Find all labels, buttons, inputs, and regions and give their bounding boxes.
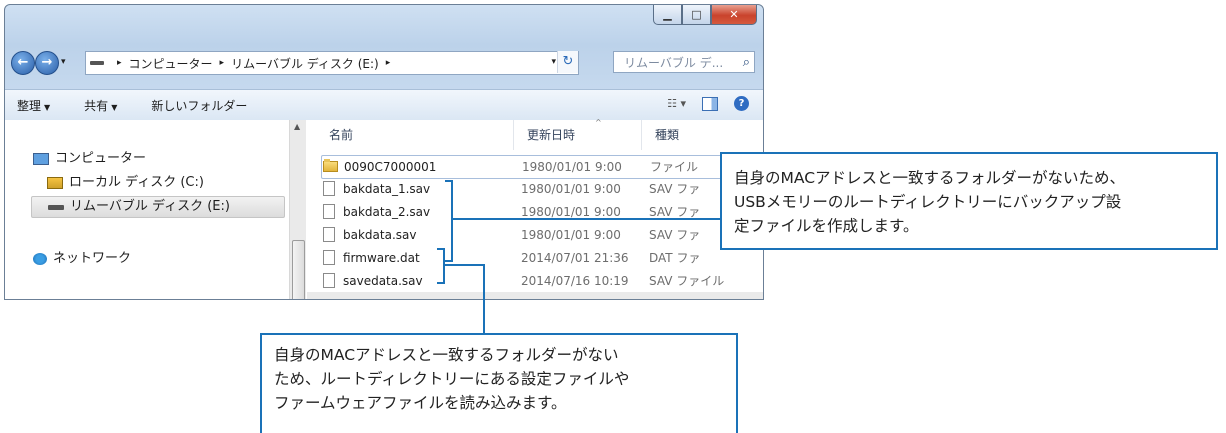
window-body: コンピューター ローカル ディスク (C:) リムーバブル ディスク (E:) …	[5, 118, 763, 299]
table-row[interactable]: firmware.dat 2014/07/01 21:36 DAT ファ	[321, 247, 761, 269]
file-name: savedata.sav	[343, 274, 423, 288]
address-bar[interactable]: ▸ コンピューター ▸ リムーバブル ディスク (E:) ▸ ▾ ↻	[85, 51, 579, 75]
file-type: SAV ファ	[649, 228, 701, 242]
file-icon	[323, 204, 335, 219]
share-menu[interactable]: 共有 ▼	[84, 97, 117, 114]
navigation-row: ← → ▾ ▸ コンピューター ▸ リムーバブル ディスク (E:) ▸ ▾ ↻…	[11, 49, 757, 77]
nav-item-computer[interactable]: コンピューター	[33, 148, 146, 170]
back-arrow-icon[interactable]: ←	[11, 51, 35, 75]
caption-buttons: ▁ □ ✕	[653, 5, 757, 25]
history-dropdown-icon[interactable]: ▾	[61, 57, 66, 67]
nav-item-label: ネットワーク	[53, 251, 132, 266]
file-icon	[323, 273, 335, 288]
connector-line	[451, 218, 720, 220]
file-name: 0090C7000001	[344, 160, 437, 174]
nav-scrollbar[interactable]: ▲	[289, 120, 306, 299]
file-type: DAT ファ	[649, 251, 701, 265]
share-label: 共有	[84, 98, 109, 113]
callout-load: 自身のMACアドレスと一致するフォルダーがない ため、ルートディレクトリーにある…	[260, 333, 738, 433]
forward-arrow-icon[interactable]: →	[35, 51, 59, 75]
new-folder-button[interactable]: 新しいフォルダー	[151, 97, 247, 114]
breadcrumb-computer[interactable]: コンピューター	[129, 55, 213, 72]
column-separator	[641, 120, 642, 150]
nav-item-local-disk[interactable]: ローカル ディスク (C:)	[47, 172, 204, 194]
breadcrumb-separator-icon: ▸	[219, 58, 225, 68]
preview-pane-icon[interactable]	[702, 96, 718, 111]
file-date: 1980/01/01 9:00	[521, 228, 621, 242]
local-disk-icon	[47, 177, 63, 189]
organize-label: 整理	[17, 98, 42, 113]
table-row[interactable]: bakdata_1.sav 1980/01/01 9:00 SAV ファ	[321, 178, 761, 200]
chevron-down-icon: ▼	[44, 102, 51, 112]
nav-item-label: リムーバブル ディスク (E:)	[70, 199, 230, 214]
file-name: bakdata_2.sav	[343, 205, 431, 219]
scrollbar-thumb[interactable]	[292, 240, 305, 299]
search-icon[interactable]: ⌕	[743, 52, 750, 72]
refresh-icon[interactable]: ↻	[557, 51, 578, 73]
explorer-window: ▁ □ ✕ ← → ▾ ▸ コンピューター ▸ リムーバブル ディスク (E:)…	[4, 4, 764, 300]
removable-disk-icon	[48, 204, 64, 210]
drive-icon	[90, 61, 104, 65]
help-icon[interactable]: ?	[734, 96, 749, 111]
callout-line: USBメモリーのルートディレクトリーにバックアップ設	[734, 193, 1122, 211]
folder-icon	[323, 159, 338, 172]
column-name[interactable]: 名前	[329, 120, 353, 150]
file-list: 名前 更新日時 ^ 種類 0090C7000001 1980/01/01 9:0…	[307, 118, 763, 299]
file-date: 1980/01/01 9:00	[521, 182, 621, 196]
bracket-backup-files	[445, 180, 453, 262]
column-type[interactable]: 種類	[655, 120, 679, 150]
file-name: firmware.dat	[343, 251, 420, 265]
callout-backup: 自身のMACアドレスと一致するフォルダーがないため、 USBメモリーのルートディ…	[720, 152, 1218, 250]
nav-item-label: ローカル ディスク (C:)	[69, 175, 204, 190]
address-dropdown-icon[interactable]: ▾	[551, 57, 556, 67]
nav-item-network[interactable]: ネットワーク	[33, 248, 131, 270]
column-separator	[513, 120, 514, 150]
breadcrumb-separator-icon: ▸	[385, 58, 391, 68]
file-date: 2014/07/16 10:19	[521, 274, 629, 288]
search-placeholder: リムーバブル デ...	[624, 56, 724, 70]
callout-line: ため、ルートディレクトリーにある設定ファイルや	[274, 370, 630, 388]
view-options-icon[interactable]: ☷ ▾	[667, 97, 686, 110]
bracket-firmware-files	[437, 248, 445, 284]
organize-menu[interactable]: 整理 ▼	[17, 97, 50, 114]
callout-line: 定ファイルを作成します。	[734, 217, 919, 235]
search-input[interactable]: リムーバブル デ... ⌕	[613, 51, 755, 73]
file-icon	[323, 250, 335, 265]
scroll-up-icon[interactable]: ▲	[294, 122, 300, 131]
table-row[interactable]: bakdata.sav 1980/01/01 9:00 SAV ファ	[321, 224, 761, 246]
command-bar: 整理 ▼ 共有 ▼ 新しいフォルダー ☷ ▾ ?	[5, 89, 763, 120]
computer-icon	[33, 153, 49, 165]
file-date: 1980/01/01 9:00	[522, 160, 622, 174]
connector-line	[445, 264, 485, 266]
file-icon	[323, 181, 335, 196]
minimize-icon[interactable]: ▁	[653, 5, 682, 25]
file-type: SAV ファイル	[649, 274, 725, 288]
file-date: 2014/07/01 21:36	[521, 251, 629, 265]
file-name: bakdata.sav	[343, 228, 417, 242]
callout-line: 自身のMACアドレスと一致するフォルダーがないため、	[734, 169, 1126, 187]
navigation-pane: コンピューター ローカル ディスク (C:) リムーバブル ディスク (E:) …	[5, 120, 289, 299]
breadcrumb-removable-disk[interactable]: リムーバブル ディスク (E:)	[231, 55, 379, 72]
chevron-down-icon: ▼	[111, 102, 118, 112]
view-controls: ☷ ▾ ?	[667, 96, 749, 111]
nav-item-label: コンピューター	[55, 151, 147, 166]
breadcrumb-separator-icon: ▸	[117, 58, 122, 68]
table-row[interactable]: savedata.sav 2014/07/16 10:19 SAV ファイル	[321, 270, 761, 292]
connector-line	[483, 264, 485, 333]
callout-line: ファームウェアファイルを読み込みます。	[274, 394, 567, 412]
close-icon[interactable]: ✕	[711, 5, 757, 25]
list-horizontal-scrollbar[interactable]	[307, 292, 763, 299]
sort-ascending-icon: ^	[595, 118, 602, 127]
callout-line: 自身のMACアドレスと一致するフォルダーがない	[274, 346, 619, 364]
maximize-icon[interactable]: □	[682, 5, 711, 25]
table-row[interactable]: 0090C7000001 1980/01/01 9:00 ファイル	[321, 155, 763, 179]
file-type: SAV ファ	[649, 182, 701, 196]
network-icon	[33, 253, 47, 265]
column-date[interactable]: 更新日時	[527, 120, 575, 150]
file-icon	[323, 227, 335, 242]
file-type: ファイル	[650, 160, 699, 174]
file-name: bakdata_1.sav	[343, 182, 431, 196]
nav-item-removable-disk[interactable]: リムーバブル ディスク (E:)	[31, 196, 285, 218]
